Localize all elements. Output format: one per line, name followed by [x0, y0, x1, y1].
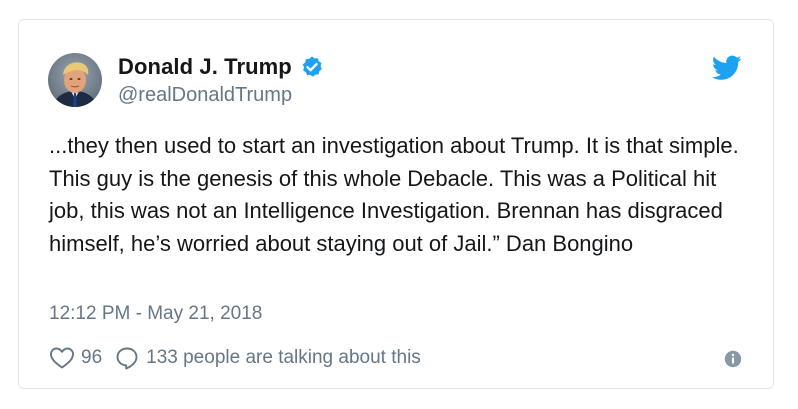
- avatar[interactable]: [48, 53, 102, 107]
- twitter-bird-icon[interactable]: [711, 55, 742, 81]
- author-block[interactable]: Donald J. Trump @realDonaldTrump: [118, 54, 324, 107]
- like-count: 96: [81, 347, 103, 368]
- author-handle[interactable]: @realDonaldTrump: [118, 84, 324, 107]
- tweet-timestamp[interactable]: 12:12 PM - May 21, 2018: [49, 303, 262, 325]
- profile-photo: [48, 53, 102, 107]
- conversation-button[interactable]: 133 people are talking about this: [115, 346, 421, 370]
- verified-badge-icon: [300, 55, 324, 79]
- tweet-text: ...they then used to start an investigat…: [49, 133, 739, 256]
- name-row: Donald J. Trump: [118, 54, 324, 80]
- info-icon[interactable]: [724, 350, 742, 368]
- heart-icon: [49, 346, 75, 370]
- like-button[interactable]: 96: [49, 346, 102, 370]
- author-name[interactable]: Donald J. Trump: [118, 54, 292, 80]
- tweet-card: Donald J. Trump @realDonaldTrump ...they…: [18, 19, 774, 389]
- conversation-count-text: 133 people are talking about this: [146, 347, 421, 368]
- tweet-actions: 96 133 people are talking about this: [49, 344, 421, 372]
- speech-bubble-icon: [115, 346, 139, 370]
